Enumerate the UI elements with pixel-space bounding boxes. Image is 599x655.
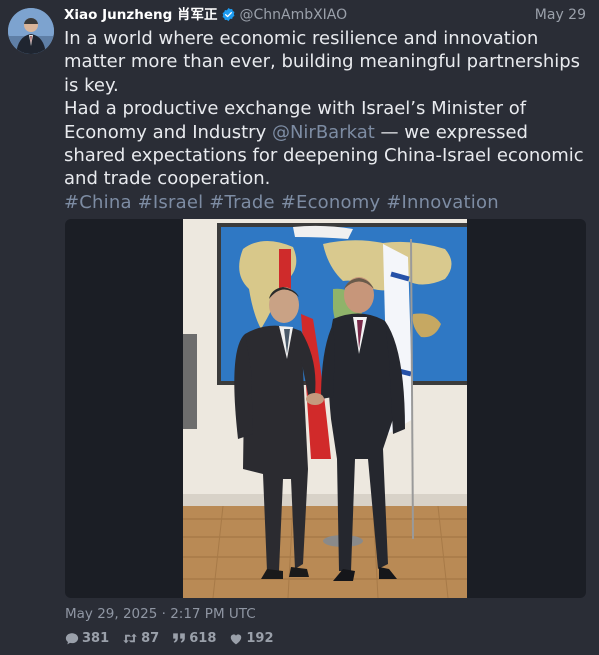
post-photo[interactable]	[183, 219, 467, 598]
reply-count: 381	[82, 630, 110, 646]
like-stat[interactable]: 192	[229, 629, 274, 647]
tweet-text: In a world where economic resilience and…	[64, 27, 594, 214]
hashtag-link[interactable]: #China	[64, 192, 132, 213]
quote-stat[interactable]: 618	[172, 629, 216, 647]
retweet-icon	[123, 633, 137, 643]
post-date[interactable]: May 29	[535, 5, 586, 25]
post-timestamp[interactable]: May 29, 2025 · 2:17 PM UTC	[65, 605, 256, 623]
verified-badge-icon	[221, 7, 236, 28]
tweet-paragraph-1: In a world where economic resilience and…	[64, 28, 581, 96]
hashtag-link[interactable]: #Israel	[138, 192, 204, 213]
comment-icon	[65, 632, 79, 644]
hashtag-link[interactable]: #Economy	[281, 192, 381, 213]
retweet-stat[interactable]: 87	[122, 629, 159, 647]
quote-count: 618	[189, 630, 217, 646]
reply-stat[interactable]: 381	[65, 629, 109, 647]
heart-icon	[231, 633, 242, 644]
hashtag-list: #China #Israel #Trade #Economy #Innovati…	[64, 191, 594, 214]
quote-icon	[173, 633, 186, 643]
tweet-header: Xiao Junzheng 肖军正 @ChnAmbXIAO May 29	[64, 5, 586, 25]
tweet-paragraph-2: Had a productive exchange with Israel’s …	[64, 97, 594, 191]
avatar[interactable]	[8, 8, 54, 54]
hashtag-link[interactable]: #Trade	[209, 192, 275, 213]
hashtag-link[interactable]: #Innovation	[386, 192, 499, 213]
display-name[interactable]: Xiao Junzheng 肖军正	[64, 7, 217, 23]
retweet-count: 87	[141, 630, 160, 646]
tweet-card: Xiao Junzheng 肖军正 @ChnAmbXIAO May 29 In a…	[0, 0, 599, 655]
like-count: 192	[246, 630, 274, 646]
engagement-stats: 381 87 618 192	[65, 629, 287, 647]
mention-link[interactable]: @NirBarkat	[272, 122, 375, 143]
media-container[interactable]	[65, 219, 586, 598]
user-handle[interactable]: @ChnAmbXIAO	[239, 7, 347, 23]
